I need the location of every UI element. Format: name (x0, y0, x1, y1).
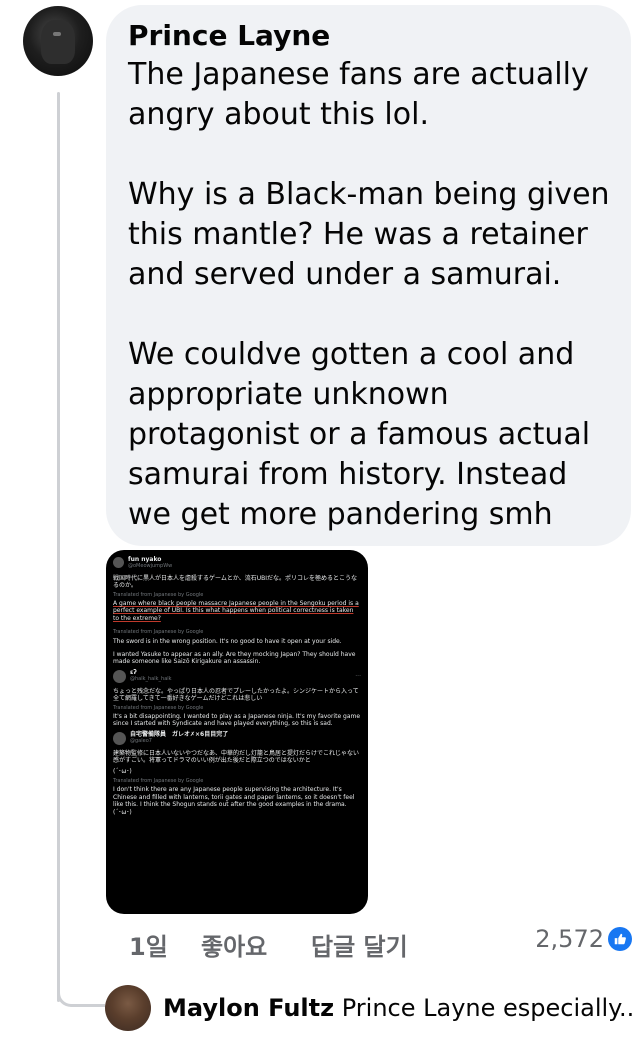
avatar-maylon-fultz[interactable] (105, 985, 151, 1031)
reply-author[interactable]: Maylon Fultz (163, 994, 334, 1022)
shot-poster-handle: @oMeowjumpWw (128, 563, 173, 570)
shot-user2-header: ɛʔ @halk_halk_halk ··· (113, 669, 361, 684)
shot-translated-label-2: Translated from Japanese by Google (113, 629, 204, 636)
shot-user3-name: 自宅警備隊員 ガレオ✗×6目目完了 (130, 730, 229, 738)
shot-last-line: (´･ω･) (113, 809, 132, 817)
shot-translated-label: Translated from Japanese by Google (113, 591, 204, 598)
like-count: 2,572 (535, 925, 604, 953)
shot-translated-label-3: Translated from Japanese by Google (113, 704, 204, 711)
thumbs-up-icon (608, 927, 632, 951)
avatar-prince-layne[interactable] (23, 6, 93, 76)
shot-user3-avatar (113, 732, 126, 746)
shot-user2-en: It's a bit disappointing. I wanted to pl… (113, 712, 361, 728)
shot-user3-en: I don't think there are any Japanese peo… (113, 786, 355, 808)
shot-reply1-en: The sword is in the wrong position. It's… (113, 637, 342, 645)
reply-text: Prince Layne especially... (341, 994, 635, 1022)
shot-poster-name: fun nyako (128, 556, 162, 563)
reply-preview[interactable]: Maylon Fultz Prince Layne especially... (105, 985, 635, 1031)
shot-more-icon: ··· (355, 672, 361, 680)
shot-user2-name: ɛʔ (130, 668, 137, 676)
comment-text: The Japanese fans are actually angry abo… (128, 57, 610, 532)
shot-reply2-en: I wanted Yasuke to appear as an ally. Ar… (113, 651, 356, 666)
comment-actions: 1일 좋아요 답글 달기 (129, 927, 408, 962)
comment-author[interactable]: Prince Layne (128, 19, 611, 53)
comment-bubble: Prince Layne The Japanese fans are actua… (106, 5, 631, 546)
comment-attached-image[interactable]: fun nyako @oMeowjumpWw 戦国時代に黒人が日本人を虐殺するゲ… (106, 550, 368, 914)
comment-time[interactable]: 1일 (129, 927, 201, 962)
shot-user2-avatar (113, 670, 126, 684)
shot-user2-jp: ちょっと残念だな。やっぱり日本人の忍者でプレーしたかったよ。シンジケートから入っ… (113, 687, 359, 703)
shot-user3-emote: (´･ω･) (113, 768, 132, 776)
shot-translated-label-4: Translated from Japanese by Google (113, 777, 204, 784)
shot-user3-handle: @galeo7 (130, 738, 152, 745)
shot-post-header: fun nyako @oMeowjumpWw (113, 556, 361, 571)
shot-post-en: A game where black people massacre Japan… (113, 600, 359, 622)
shot-user2-handle: @halk_halk_halk (130, 676, 172, 683)
like-button[interactable]: 좋아요 (201, 927, 311, 962)
shot-user3-header: 自宅警備隊員 ガレオ✗×6目目完了 @galeo7 (113, 731, 361, 746)
reply-button[interactable]: 답글 달기 (311, 927, 408, 962)
shot-user3-jp: 建築物監修に日本人いないやつだなあ、中華的だし灯籠と鳥居と提灯だらけでこれじゃな… (113, 749, 360, 764)
reaction-count[interactable]: 2,572 (535, 925, 632, 953)
shot-poster-avatar (113, 557, 124, 568)
thread-line (57, 92, 60, 1002)
shot-post-jp: 戦国時代に黒人が日本人を虐殺するゲームとか、流石UBIだな。ポリコレを極めるとこ… (113, 574, 357, 590)
avatar-glint (53, 32, 61, 36)
avatar-figure (41, 20, 75, 64)
reply-connector (57, 978, 105, 1007)
